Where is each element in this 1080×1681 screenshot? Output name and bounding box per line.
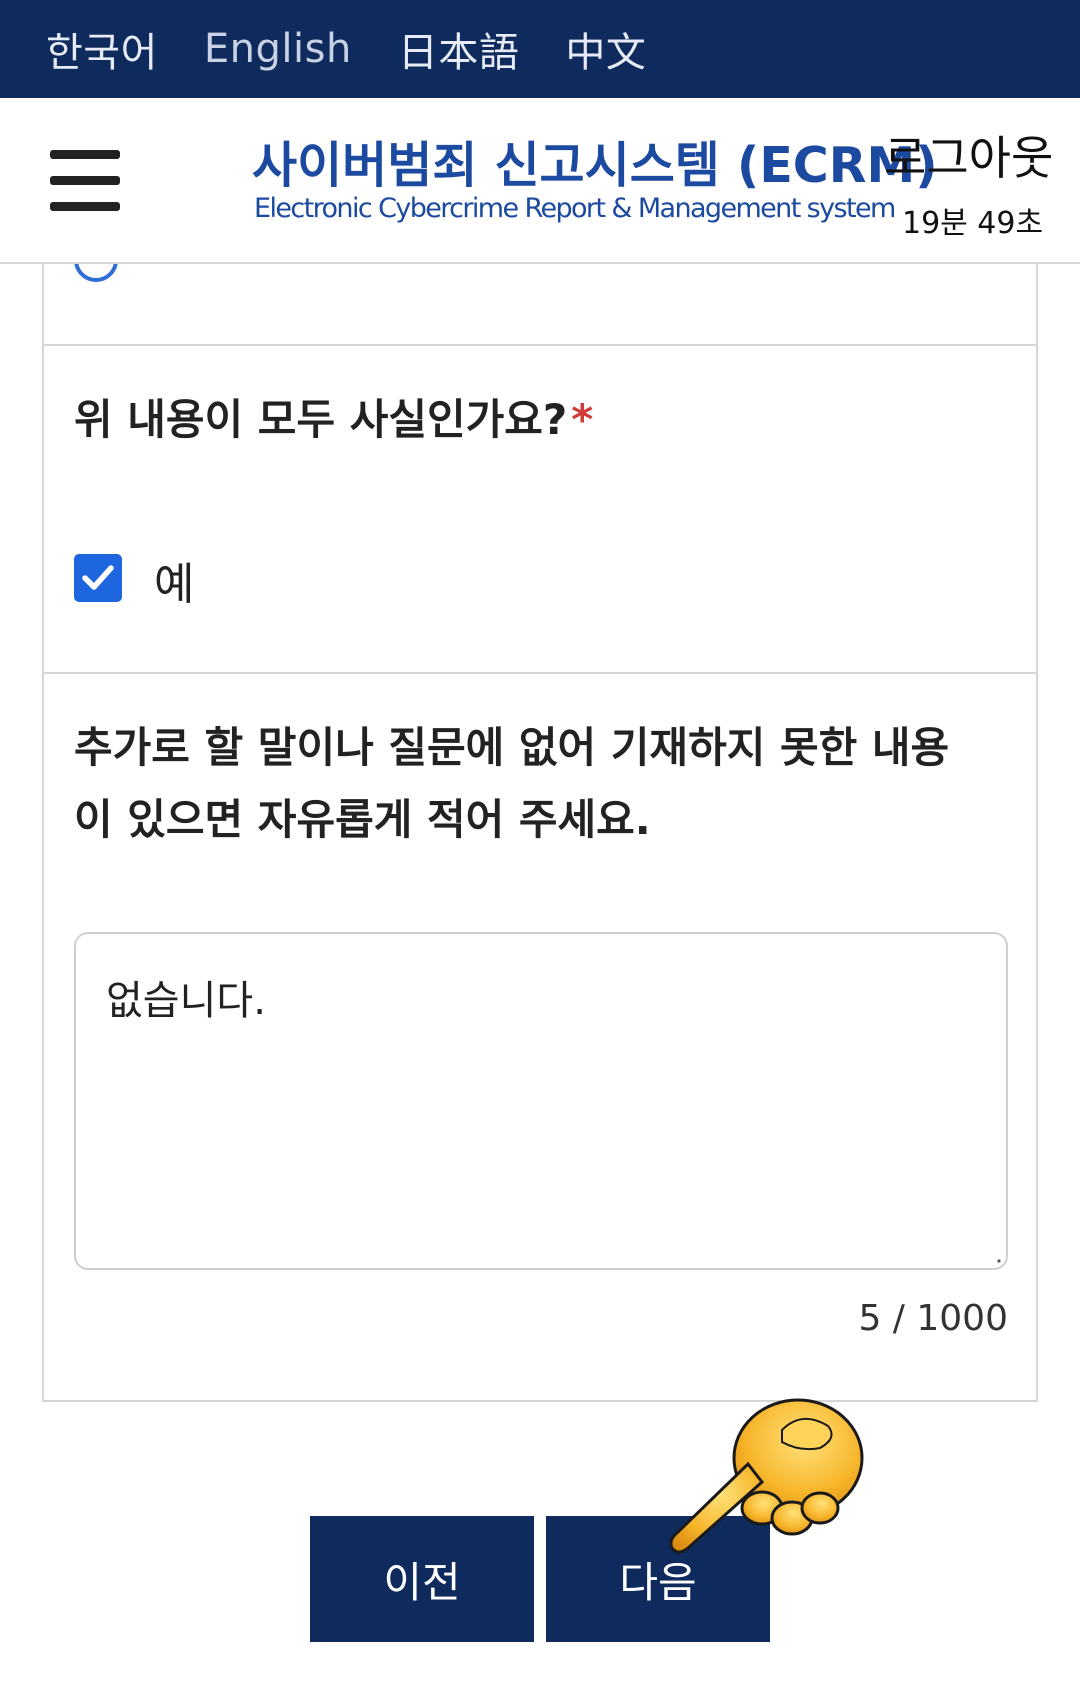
resize-grip-icon[interactable]	[992, 1254, 1002, 1264]
truth-option-label[interactable]: 예	[154, 548, 194, 612]
pointing-hand-icon	[670, 1398, 864, 1554]
truth-checkbox[interactable]	[74, 554, 122, 602]
logout-button[interactable]: 로그아웃	[884, 122, 1053, 188]
check-icon	[82, 565, 114, 590]
lang-korean[interactable]: 한국어	[46, 20, 158, 78]
lang-chinese[interactable]: 中文	[565, 20, 646, 78]
additional-comments-section: 추가로 할 말이나 질문에 없어 기재하지 못한 내용이 있으면 자유롭게 적어…	[44, 676, 1036, 1400]
textarea-value: 없습니다.	[106, 978, 266, 1024]
question-truth-title: 위 내용이 모두 사실인가요?*	[74, 384, 593, 456]
hamburger-menu-icon[interactable]	[50, 150, 120, 212]
previous-button[interactable]: 이전	[310, 1516, 534, 1642]
additional-comments-textarea[interactable]: 없습니다.	[74, 932, 1008, 1270]
language-bar: 한국어 English 日本語 中文	[0, 0, 1080, 98]
radio-button-partial[interactable]	[74, 264, 118, 282]
session-timer: 19분 49초	[902, 206, 1044, 241]
required-mark: *	[571, 395, 594, 444]
question-additional-title: 추가로 할 말이나 질문에 없어 기재하지 못한 내용이 있으면 자유롭게 적어…	[74, 723, 950, 844]
site-subtitle: Electronic Cybercrime Report & Managemen…	[254, 193, 896, 224]
form-card: 위 내용이 모두 사실인가요?* 예 추가로 할 말이나 질문에 없어 기재하지…	[42, 264, 1038, 1402]
previous-question-section	[44, 264, 1036, 346]
truth-confirmation-section: 위 내용이 모두 사실인가요?* 예	[44, 348, 1036, 674]
lang-japanese[interactable]: 日本語	[398, 20, 520, 78]
question-truth-text: 위 내용이 모두 사실인가요?	[74, 395, 568, 444]
lang-english[interactable]: English	[204, 26, 352, 72]
site-header: 사이버범죄 신고시스템 (ECRM) Electronic Cybercrime…	[0, 98, 1080, 264]
character-counter: 5 / 1000	[858, 1298, 1008, 1339]
site-title[interactable]: 사이버범죄 신고시스템 (ECRM)	[252, 126, 938, 197]
